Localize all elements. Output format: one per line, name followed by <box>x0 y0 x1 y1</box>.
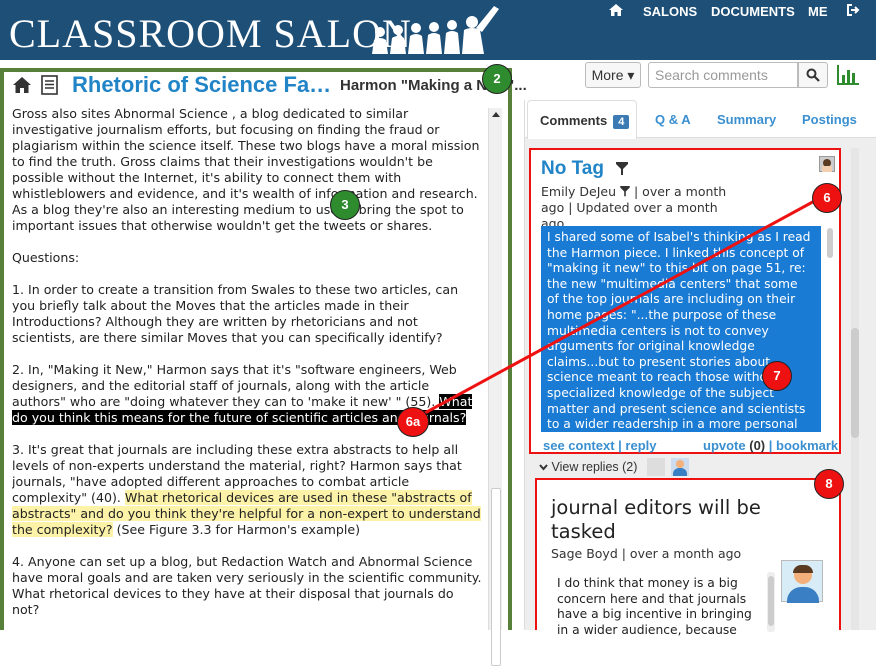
comment-actions: see context | reply <box>543 438 657 453</box>
comments-panel: Comments 4 Q & A Summary Postings No Tag … <box>524 100 876 637</box>
brand-logo-text[interactable]: CLASSROOM SALON <box>9 14 412 54</box>
paragraph: Gross also sites Abnormal Science , a bl… <box>12 106 480 233</box>
questions-heading: Questions: <box>12 250 80 265</box>
panel-scrollbar[interactable] <box>851 148 859 630</box>
comment-tag[interactable]: No Tag <box>541 158 604 180</box>
avatar <box>819 156 835 172</box>
filter-icon[interactable] <box>616 162 628 176</box>
document-header: Rhetoric of Science Fa… Harmon "Making a… <box>8 72 527 102</box>
comments-count-badge: 4 <box>613 115 630 129</box>
bookmark-link[interactable]: bookmark <box>776 438 838 453</box>
avatar <box>671 458 689 476</box>
reply-time: | over a month ago <box>621 546 742 561</box>
scroll-up-icon[interactable] <box>491 110 501 120</box>
tab-summary[interactable]: Summary <box>717 112 776 127</box>
tab-qa[interactable]: Q & A <box>655 112 691 127</box>
replies-count: (2) <box>622 460 638 474</box>
view-replies-label: View replies <box>551 460 619 474</box>
annotation-marker-2: 2 <box>482 64 512 94</box>
paragraph: 4. Anyone can set up a blog, but Redacti… <box>12 554 482 617</box>
students-logo-icon <box>372 6 499 54</box>
chevron-down-icon <box>539 464 548 471</box>
annotation-marker-8: 8 <box>814 469 844 499</box>
comment-votes: upvote (0) | bookmark <box>703 438 839 453</box>
more-dropdown-button[interactable]: More ▾ <box>585 62 641 88</box>
upvote-count: (0) <box>749 438 766 453</box>
document-title[interactable]: Rhetoric of Science Fa… <box>72 72 331 98</box>
reply-author[interactable]: Sage Boyd <box>551 546 618 561</box>
annotation-marker-7: 7 <box>762 361 792 391</box>
reply-link[interactable]: reply <box>625 438 656 453</box>
document-text[interactable]: Gross also sites Abnormal Science , a bl… <box>12 106 484 630</box>
reply-body: I do think that money is a big concern h… <box>557 576 752 637</box>
comment-scrollbar[interactable] <box>827 228 833 258</box>
comment-meta: Emily DeJeu | over a month ago | Updated… <box>541 184 741 232</box>
scrollbar-thumb[interactable] <box>851 328 859 438</box>
view-replies-toggle[interactable]: View replies (2) <box>539 460 637 474</box>
panel-tabs: Comments 4 Q & A Summary Postings <box>525 100 876 139</box>
comment-time: | over a month <box>633 184 727 199</box>
tab-postings[interactable]: Postings <box>802 112 857 127</box>
annotation-marker-6a: 6a <box>397 407 429 437</box>
top-header: CLASSROOM SALON SALONS DOCUMENTS ME <box>0 0 876 60</box>
annotation-marker-6: 6 <box>812 183 842 213</box>
reply-card: journal editors will be tasked Sage Boyd… <box>535 478 841 637</box>
filter-icon[interactable] <box>620 186 630 197</box>
paragraph-text: (See Figure 3.3 for Harmon's example) <box>112 522 361 537</box>
reply-scrollbar[interactable] <box>767 572 775 632</box>
home-icon[interactable] <box>12 76 32 94</box>
reply-meta: Sage Boyd | over a month ago <box>551 546 741 562</box>
tab-comments[interactable]: Comments 4 <box>527 100 637 139</box>
scrollbar-thumb[interactable] <box>491 488 501 666</box>
upvote-link[interactable]: upvote <box>703 438 746 453</box>
paragraph: 1. In order to create a transition from … <box>12 282 459 345</box>
reply-title: journal editors will be tasked <box>551 496 761 543</box>
analytics-chart-icon[interactable] <box>836 64 860 86</box>
search-icon <box>806 68 820 82</box>
home-icon[interactable] <box>608 3 624 17</box>
see-context-link[interactable]: see context <box>543 438 615 453</box>
document-icon[interactable] <box>41 75 58 95</box>
document-pane: Rhetoric of Science Fa… Harmon "Making a… <box>0 68 527 666</box>
document-scrollbar[interactable] <box>488 108 502 666</box>
nav-documents[interactable]: DOCUMENTS <box>711 4 795 19</box>
comment-body: I shared some of Isabel's thinking as I … <box>541 226 821 432</box>
comment-card: No Tag Emily DeJeu | over a month ago | … <box>529 148 841 454</box>
comment-tag-label: No Tag <box>541 158 604 179</box>
tab-comments-label: Comments <box>540 113 608 128</box>
nav-salons[interactable]: SALONS <box>643 4 697 19</box>
comment-author[interactable]: Emily DeJeu <box>541 184 616 199</box>
search-comments-input[interactable]: Search comments <box>648 62 798 88</box>
annotation-marker-3: 3 <box>330 190 360 220</box>
search-button[interactable] <box>798 62 828 88</box>
avatar <box>781 560 823 603</box>
avatar <box>647 458 665 476</box>
paragraph: 3. It's great that journals are includin… <box>12 442 484 538</box>
paragraph-text: 2. In, "Making it New," Harmon says that… <box>12 362 457 409</box>
logout-icon[interactable] <box>846 3 860 17</box>
nav-me[interactable]: ME <box>808 4 828 19</box>
